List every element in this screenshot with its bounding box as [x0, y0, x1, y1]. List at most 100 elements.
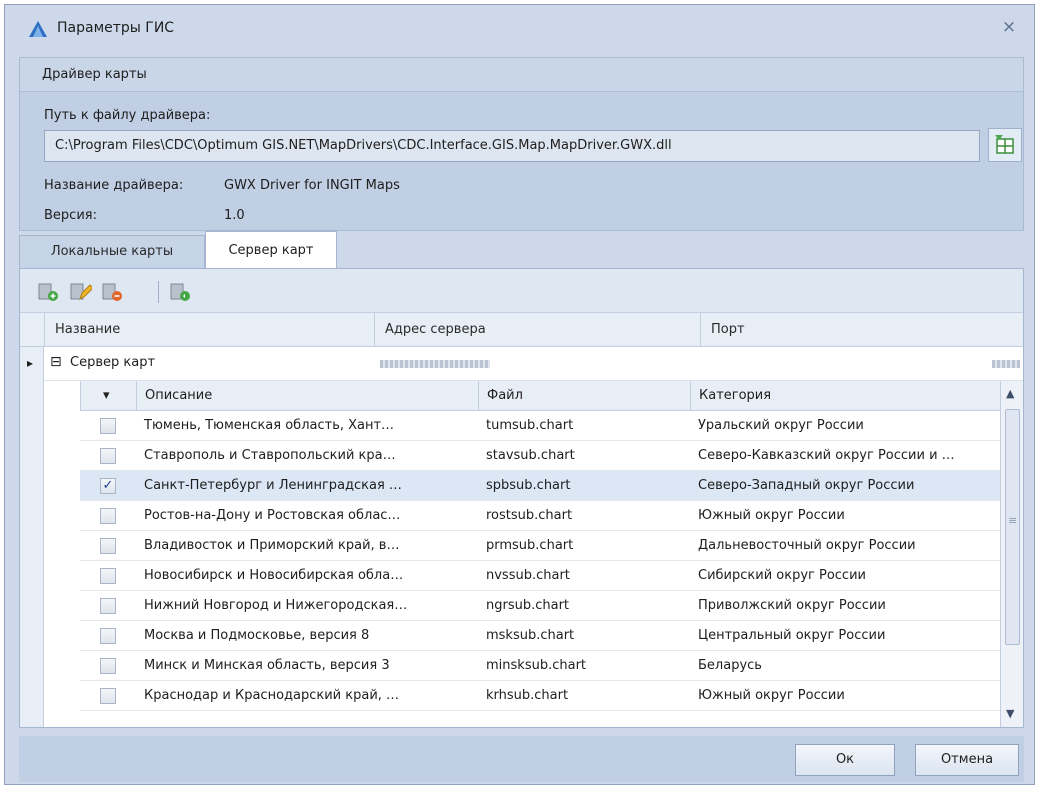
driver-path-label: Путь к файлу драйвера: [44, 108, 211, 123]
driver-path-field[interactable]: C:\Program Files\CDC\Optimum GIS.NET\Map… [44, 130, 980, 162]
tab-strip: Локальные карты Сервер карт [19, 231, 1024, 270]
server-name: Сервер карт [70, 355, 156, 370]
table-row[interactable]: Минск и Минская область, версия 3 minsksu… [80, 651, 1000, 681]
row-category: Южный округ России [698, 508, 845, 523]
row-file: tumsub.chart [486, 418, 574, 433]
row-checkbox[interactable] [100, 658, 116, 674]
table-row[interactable]: Ростов-на-Дону и Ростовская облас… rostsu… [80, 501, 1000, 531]
close-icon[interactable]: × [997, 15, 1021, 39]
row-description: Ростов-на-Дону и Ростовская облас… [144, 508, 401, 523]
row-file: ngrsub.chart [486, 598, 570, 613]
row-description: Санкт-Петербург и Ленинградская … [144, 478, 402, 493]
column-header-address[interactable]: Адрес сервера [374, 313, 700, 347]
open-file-icon [995, 135, 1014, 154]
server-toolbar [20, 269, 1023, 313]
ok-button[interactable]: Ок [795, 744, 895, 776]
row-category: Беларусь [698, 658, 762, 673]
row-category: Дальневосточный округ России [698, 538, 916, 553]
row-description: Новосибирск и Новосибирская обла… [144, 568, 404, 583]
refresh-server-icon[interactable] [168, 279, 192, 303]
row-category: Приволжский округ России [698, 598, 886, 613]
row-description: Ставрополь и Ставропольский кра… [144, 448, 396, 463]
tab-local-maps[interactable]: Локальные карты [19, 235, 205, 269]
current-row-indicator: ▸ [27, 356, 34, 370]
row-description: Нижний Новгород и Нижегородская… [144, 598, 408, 613]
table-row[interactable]: Владивосток и Приморский край, в… prmsub.… [80, 531, 1000, 561]
table-row[interactable]: Ставрополь и Ставропольский кра… stavsub.… [80, 441, 1000, 471]
driver-version-value: 1.0 [224, 208, 245, 223]
title-bar: Параметры ГИС × [5, 5, 1034, 57]
scroll-down-icon[interactable]: ▼ [1006, 707, 1014, 720]
delete-server-icon[interactable] [100, 279, 124, 303]
row-description: Краснодар и Краснодарский край, … [144, 688, 400, 703]
browse-file-button[interactable] [988, 128, 1022, 162]
row-description: Москва и Подмосковье, версия 8 [144, 628, 370, 643]
map-server-tab-content: Название Адрес сервера Порт ▸ ⊟ Сервер к… [19, 268, 1024, 728]
row-description: Тюмень, Тюменская область, Хант… [144, 418, 395, 433]
edit-server-icon[interactable] [68, 279, 92, 303]
row-file: minsksub.chart [486, 658, 587, 673]
row-checkbox[interactable] [100, 568, 116, 584]
row-description: Владивосток и Приморский край, в… [144, 538, 400, 553]
column-header-description[interactable]: Описание [136, 381, 478, 411]
column-header-port[interactable]: Порт [700, 313, 1023, 347]
row-file: rostsub.chart [486, 508, 573, 523]
window-title: Параметры ГИС [57, 20, 175, 36]
row-checkbox[interactable] [100, 418, 116, 434]
table-row[interactable]: Москва и Подмосковье, версия 8 msksub.cha… [80, 621, 1000, 651]
row-category: Сибирский округ России [698, 568, 866, 583]
section-title: Драйвер карты [42, 67, 147, 82]
row-checkbox[interactable]: ✓ [100, 478, 116, 494]
server-grid: Название Адрес сервера Порт ▸ ⊟ Сервер к… [20, 313, 1023, 727]
add-server-icon[interactable] [36, 279, 60, 303]
row-file: krhsub.chart [486, 688, 569, 703]
table-row[interactable]: Краснодар и Краснодарский край, … krhsub.… [80, 681, 1000, 711]
server-address-redacted [380, 360, 490, 368]
table-row[interactable]: Тюмень, Тюменская область, Хант… tumsub.c… [80, 411, 1000, 441]
scroll-grip-icon: ≡ [1008, 514, 1018, 527]
row-file: msksub.chart [486, 628, 575, 643]
table-row[interactable]: ✓ Санкт-Петербург и Ленинградская … spbsub… [80, 471, 1000, 501]
sort-dropdown-icon[interactable]: ▾ [103, 381, 110, 411]
row-category: Северо-Кавказский округ России и … [698, 448, 955, 463]
row-category: Уральский округ России [698, 418, 864, 433]
table-row[interactable]: Новосибирск и Новосибирская обла… nvssub.… [80, 561, 1000, 591]
table-row[interactable]: Нижний Новгород и Нижегородская… ngrsub.c… [80, 591, 1000, 621]
row-checkbox[interactable] [100, 448, 116, 464]
scrollbar-thumb[interactable]: ≡ [1005, 409, 1020, 645]
row-checkbox[interactable] [100, 628, 116, 644]
map-list-grid: ▾ Описание Файл Категория Тюмень, Тюменс… [80, 381, 1023, 727]
column-header-file[interactable]: Файл [478, 381, 690, 411]
row-checkbox[interactable] [100, 538, 116, 554]
app-logo-icon [29, 21, 47, 37]
row-category: Центральный округ России [698, 628, 886, 643]
toolbar-separator [158, 281, 159, 303]
driver-version-label: Версия: [44, 208, 97, 223]
row-checkbox[interactable] [100, 688, 116, 704]
cancel-button[interactable]: Отмена [915, 744, 1019, 776]
column-header-category[interactable]: Категория [690, 381, 1000, 411]
row-checkbox[interactable] [100, 598, 116, 614]
row-checkbox[interactable] [100, 508, 116, 524]
row-file: stavsub.chart [486, 448, 575, 463]
server-row[interactable]: ⊟ Сервер карт [44, 347, 1023, 381]
row-file: prmsub.chart [486, 538, 574, 553]
gis-settings-dialog: Параметры ГИС × Драйвер карты Путь к фай… [4, 4, 1035, 785]
map-driver-panel: Драйвер карты Путь к файлу драйвера: C:\… [19, 57, 1024, 231]
row-indicator-column: ▸ [20, 347, 44, 727]
section-header: Драйвер карты [20, 58, 1023, 92]
collapse-icon[interactable]: ⊟ [50, 354, 62, 370]
vertical-scrollbar[interactable]: ▲ ≡ ▼ [1000, 381, 1023, 727]
server-port-redacted [992, 360, 1020, 368]
driver-name-value: GWX Driver for INGIT Maps [224, 178, 400, 193]
row-file: spbsub.chart [486, 478, 571, 493]
server-grid-header: Название Адрес сервера Порт [20, 313, 1023, 347]
row-category: Северо-Западный округ России [698, 478, 915, 493]
column-chooser[interactable]: ▾ [80, 381, 136, 411]
driver-name-label: Название драйвера: [44, 178, 184, 193]
dialog-button-bar: Ок Отмена [19, 736, 1024, 782]
column-header-name[interactable]: Название [44, 313, 374, 347]
scroll-up-icon[interactable]: ▲ [1006, 387, 1014, 400]
tab-map-server[interactable]: Сервер карт [205, 231, 337, 270]
row-category: Южный округ России [698, 688, 845, 703]
